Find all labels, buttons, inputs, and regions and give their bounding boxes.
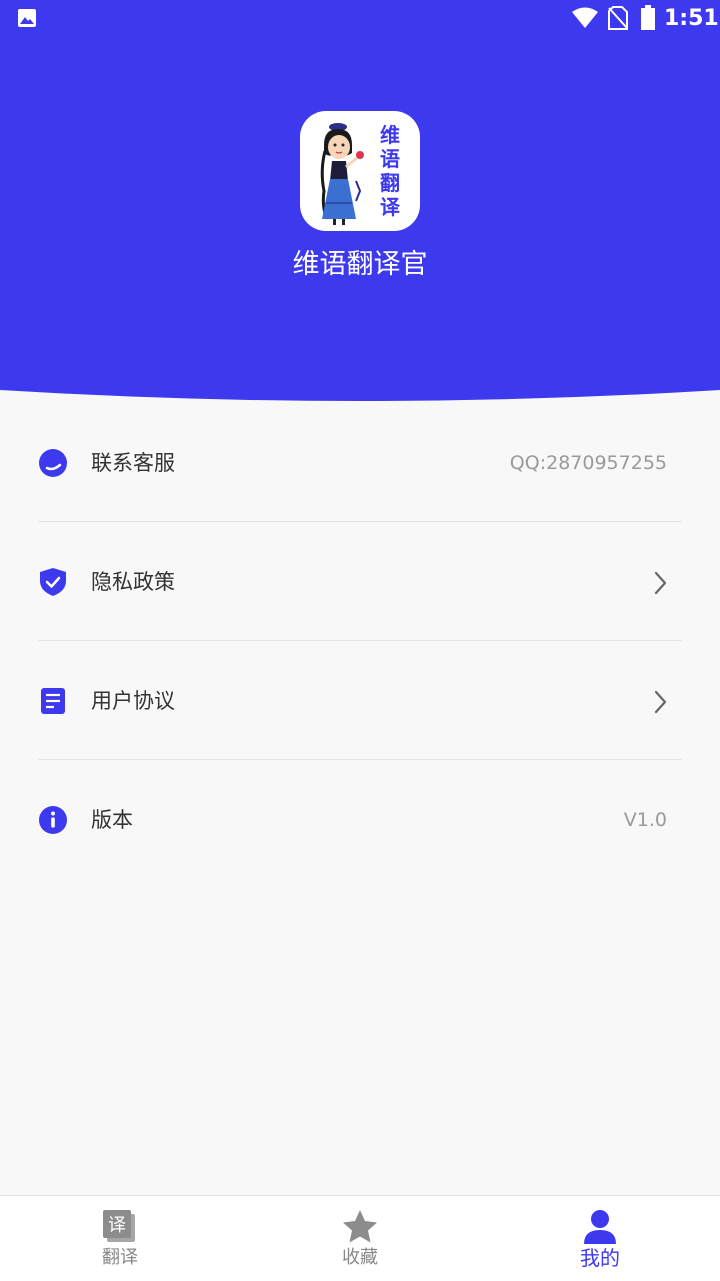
menu-label: 用户协议 [91, 689, 175, 713]
nav-translate[interactable]: 译 翻译 [0, 1196, 240, 1281]
logo-char: 翻 [380, 171, 400, 195]
translate-icon: 译 [103, 1210, 135, 1242]
customer-service-icon [39, 449, 67, 477]
info-icon [39, 806, 67, 834]
menu-item-version[interactable]: 版本 V1.0 [0, 760, 720, 879]
nav-mine[interactable]: 我的 [480, 1196, 720, 1281]
bottom-navigation: 译 翻译 收藏 我的 [0, 1195, 720, 1281]
profile-header: 1:51 维 语 翻 译 维语翻译官 [0, 0, 720, 410]
logo-char: 语 [380, 147, 400, 171]
document-icon [41, 688, 65, 714]
menu-item-privacy-policy[interactable]: 隐私政策 [0, 522, 720, 641]
no-sim-icon [608, 6, 628, 30]
nav-favorites[interactable]: 收藏 [240, 1196, 480, 1281]
logo-text: 维 语 翻 译 [376, 123, 404, 219]
chevron-right-icon [654, 571, 667, 595]
settings-menu: 联系客服 QQ:2870957255 隐私政策 用户协议 版本 V1.0 [0, 403, 720, 879]
battery-icon [641, 5, 655, 30]
nav-label: 翻译 [102, 1247, 138, 1268]
chevron-right-icon [654, 690, 667, 714]
app-logo: 维 语 翻 译 [300, 111, 420, 231]
photo-icon [18, 9, 36, 27]
menu-item-user-agreement[interactable]: 用户协议 [0, 641, 720, 760]
svg-text:译: 译 [108, 1215, 126, 1236]
nav-label: 收藏 [342, 1247, 378, 1268]
nav-label: 我的 [580, 1246, 620, 1270]
menu-label: 联系客服 [91, 451, 175, 475]
menu-label: 版本 [91, 808, 133, 832]
status-time: 1:51 [664, 6, 719, 31]
app-name: 维语翻译官 [292, 249, 428, 280]
menu-label: 隐私政策 [91, 570, 175, 594]
wifi-icon [572, 7, 598, 28]
star-icon [343, 1210, 377, 1243]
person-icon [584, 1210, 616, 1244]
menu-value: QQ:2870957255 [509, 452, 667, 474]
logo-char: 译 [380, 195, 400, 219]
status-bar: 1:51 [0, 0, 720, 38]
menu-item-customer-service[interactable]: 联系客服 QQ:2870957255 [0, 403, 720, 522]
logo-char: 维 [380, 123, 400, 147]
shield-check-icon [40, 568, 66, 596]
menu-value: V1.0 [623, 809, 667, 831]
